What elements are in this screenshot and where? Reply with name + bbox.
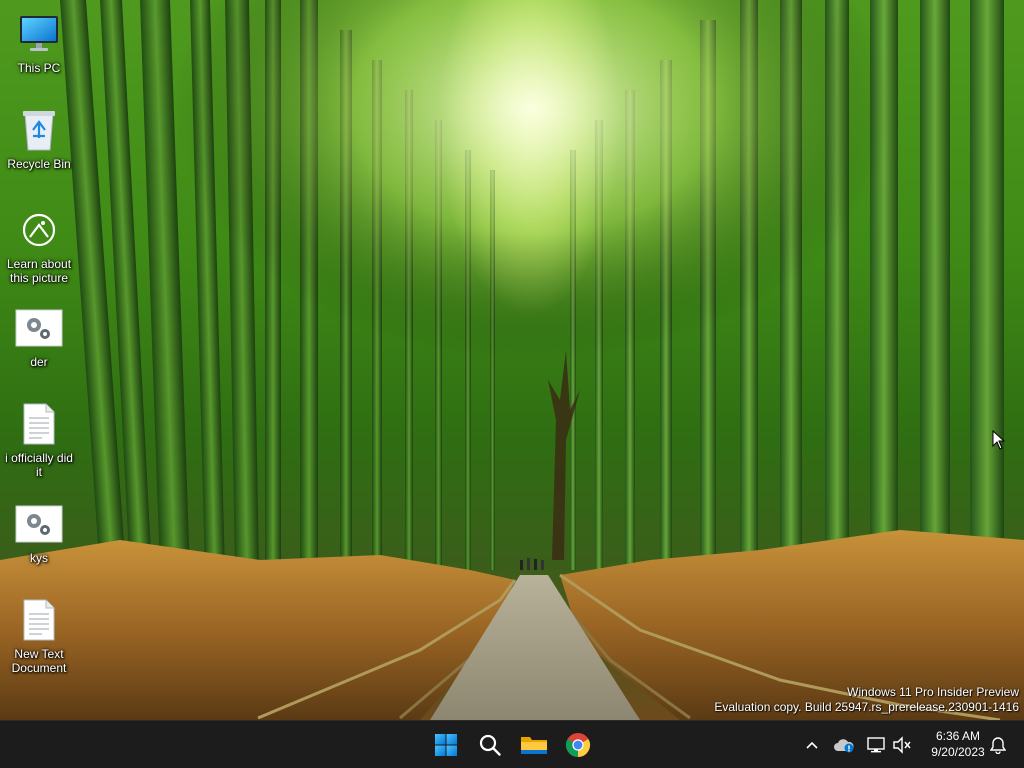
desktop-icon-label: i officially did it [5, 451, 73, 479]
taskbar: 6:36 AM 9/20/2023 [0, 720, 1024, 768]
search-button[interactable] [470, 725, 510, 765]
desktop-icon-label: kys [30, 551, 48, 565]
recycle-bin-icon [15, 106, 63, 154]
desktop-icon-label: This PC [17, 61, 61, 75]
cloud-icon [834, 739, 854, 753]
settings-gears-icon [15, 304, 63, 352]
mouse-pointer-icon [992, 430, 1006, 450]
learn-about-picture-icon [15, 206, 63, 254]
folder-icon [521, 737, 547, 754]
desktop-icon-label: der [30, 355, 48, 369]
text-document-icon [15, 400, 63, 448]
bell-icon [990, 737, 1006, 754]
speaker-muted-icon [893, 736, 911, 754]
network-tray-icon[interactable] [862, 729, 890, 761]
chrome-icon [565, 733, 591, 757]
watermark-edition: Windows 11 Pro Insider Preview [847, 685, 1019, 699]
desktop-icon-label: New Text Document [11, 647, 67, 675]
windows-evaluation-watermark: Windows 11 Pro Insider Preview Evaluatio… [714, 685, 1019, 715]
desktop-icon-learn-about-picture[interactable]: Learn about this picture [2, 206, 76, 285]
file-explorer-button[interactable] [514, 725, 554, 765]
volume-tray-icon[interactable] [888, 729, 916, 761]
desktop-icon-recycle-bin[interactable]: Recycle Bin [2, 106, 76, 171]
desktop-icon-i-officially-did-it[interactable]: i officially did it [2, 400, 76, 479]
settings-gears-icon [15, 500, 63, 548]
show-hidden-icons-button[interactable] [798, 729, 826, 761]
chevron-up-icon [806, 741, 818, 749]
search-icon [479, 734, 501, 756]
start-button[interactable] [426, 725, 466, 765]
text-document-icon [15, 596, 63, 644]
desktop-icon-label: Recycle Bin [7, 157, 71, 171]
desktop-icon-new-text-document[interactable]: New Text Document [2, 596, 76, 675]
network-monitor-icon [867, 737, 885, 753]
desktop-icon-kys[interactable]: kys [2, 500, 76, 565]
notifications-button[interactable] [984, 729, 1012, 761]
onedrive-tray-icon[interactable] [830, 729, 858, 761]
watermark-build: Evaluation copy. Build 25947.rs_prerelea… [714, 700, 1019, 714]
wallpaper-bamboo-forest [0, 0, 1024, 720]
desktop: This PC Recycle Bin Learn about this pic… [0, 0, 1024, 720]
desktop-icon-this-pc[interactable]: This PC [2, 10, 76, 75]
desktop-icon-der[interactable]: der [2, 304, 76, 369]
desktop-icon-label: Learn about this picture [6, 257, 72, 285]
windows-logo-icon [435, 734, 457, 756]
chrome-button[interactable] [558, 725, 598, 765]
monitor-icon [15, 10, 63, 58]
